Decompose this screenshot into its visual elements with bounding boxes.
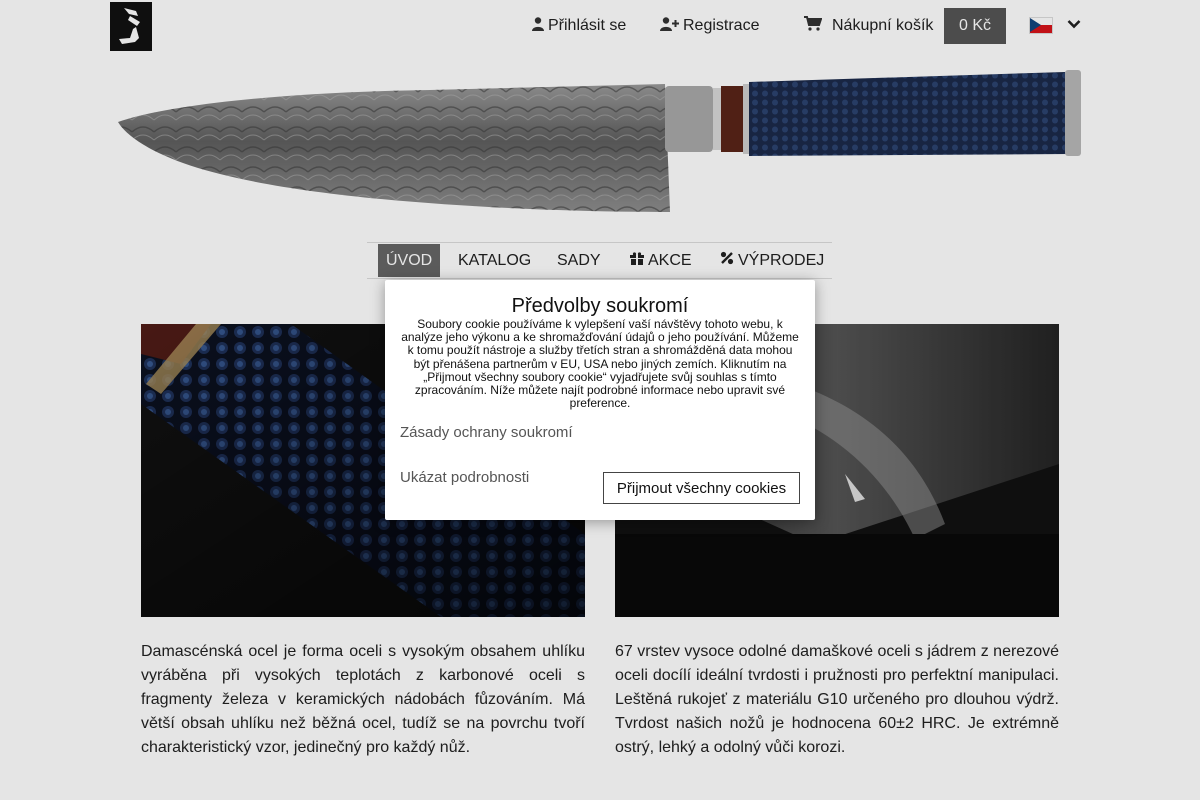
page: Přihlásit se Registrace Nákupní košík 0 … bbox=[0, 0, 1200, 800]
show-details-link[interactable]: Ukázat podrobnosti bbox=[400, 469, 529, 486]
privacy-policy-link[interactable]: Zásady ochrany soukromí bbox=[400, 424, 573, 441]
dialog-title: Předvolby soukromí bbox=[511, 295, 689, 317]
cookie-consent-dialog: Předvolby soukromí Soubory cookie použív… bbox=[385, 280, 815, 520]
accept-all-cookies-button[interactable]: Přijmout všechny cookies bbox=[603, 472, 800, 504]
dialog-body-text: Soubory cookie používáme k vylepšení vaš… bbox=[401, 317, 799, 411]
